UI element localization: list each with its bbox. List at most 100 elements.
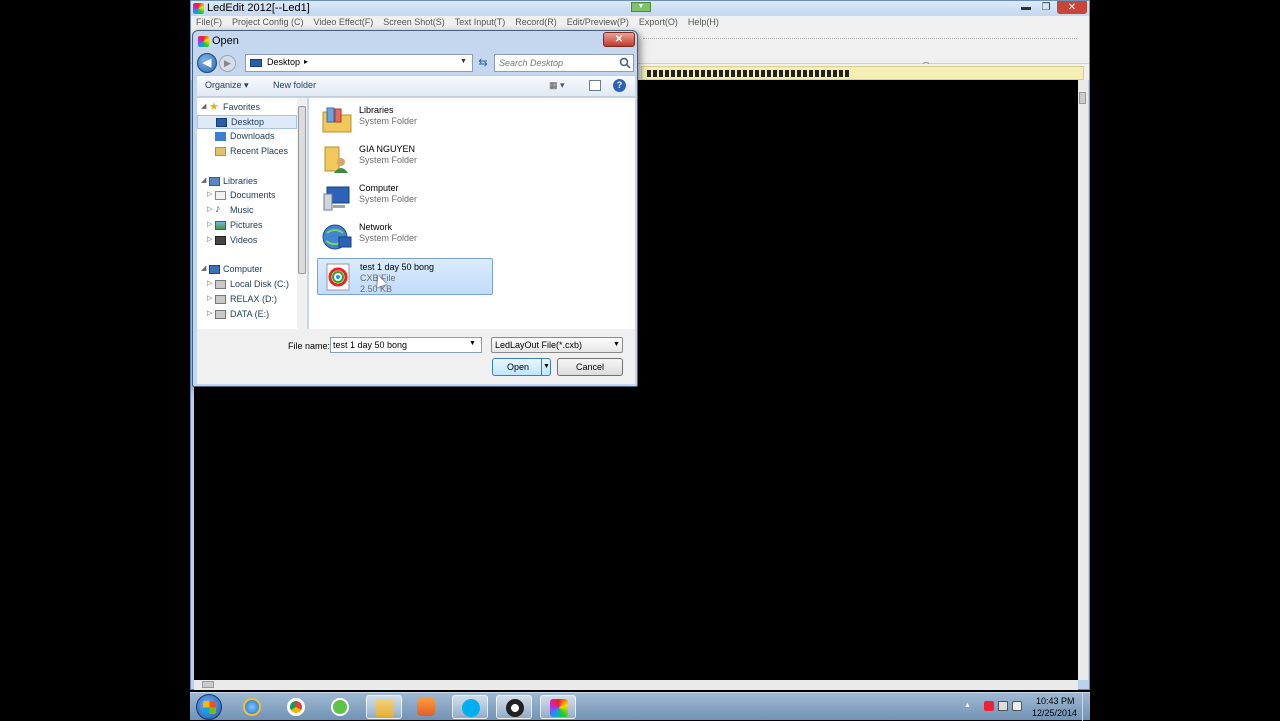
- maximize-button[interactable]: ❐: [1037, 1, 1055, 14]
- computer-icon: [323, 186, 350, 211]
- address-bar[interactable]: Desktop ▸ ▼: [245, 54, 473, 72]
- menu-project-config[interactable]: Project Config (C): [227, 16, 309, 30]
- taskbar-green-app[interactable]: [322, 695, 358, 719]
- nav-relax-d[interactable]: ▷ RELAX (D:): [197, 293, 297, 307]
- libraries-folder-icon: [322, 107, 352, 133]
- forward-button[interactable]: ▶: [219, 55, 236, 72]
- nav-favorites[interactable]: ◢ ★ Favorites: [197, 101, 297, 115]
- address-location[interactable]: Desktop: [267, 57, 300, 67]
- preview-pane-icon[interactable]: [589, 80, 601, 91]
- chevron-down-icon[interactable]: ▼: [469, 340, 476, 347]
- menu-text-input[interactable]: Text Input(T): [450, 16, 511, 30]
- nav-computer[interactable]: ◢ Computer: [197, 263, 297, 277]
- navigation-scrollbar[interactable]: [297, 98, 307, 329]
- nav-pictures[interactable]: ▷ Pictures: [197, 219, 297, 233]
- nav-local-disk-c[interactable]: ▷ Local Disk (C:): [197, 278, 297, 292]
- new-folder-button[interactable]: New folder: [273, 80, 316, 90]
- user-folder-icon: [324, 146, 348, 173]
- nav-pictures-label: Pictures: [230, 220, 263, 230]
- nav-recent-places[interactable]: Recent Places: [197, 145, 297, 159]
- collapse-arrow-icon[interactable]: ▷: [207, 294, 212, 302]
- collapse-arrow-icon[interactable]: ▷: [207, 235, 212, 243]
- start-button[interactable]: [196, 694, 222, 720]
- back-button[interactable]: ◀: [197, 53, 217, 73]
- open-button[interactable]: Open ▼: [492, 358, 551, 376]
- menu-video-effect[interactable]: Video Effect(F): [309, 16, 379, 30]
- nav-relax-label: RELAX (D:): [230, 294, 278, 304]
- file-item-gia-nguyen[interactable]: GIA NGUYEN System Folder: [317, 141, 493, 179]
- clock-date[interactable]: 12/25/2014: [1032, 708, 1077, 718]
- taskbar-chrome[interactable]: [278, 695, 314, 719]
- expand-arrow-icon[interactable]: ◢: [201, 102, 206, 110]
- refresh-button[interactable]: ⇆: [475, 54, 491, 72]
- chevron-down-icon[interactable]: ▼: [631, 2, 651, 12]
- file-type: System Folder: [359, 116, 418, 126]
- action-center-flag-icon[interactable]: [984, 701, 994, 711]
- expand-arrow-icon[interactable]: ◢: [201, 176, 206, 184]
- menu-help[interactable]: Help(H): [683, 16, 724, 30]
- file-item-computer[interactable]: Computer System Folder: [317, 180, 493, 218]
- show-desktop-button[interactable]: [1082, 693, 1090, 721]
- file-item-test-1-day-50-bong[interactable]: test 1 day 50 bong CXB File 2.50 KB: [317, 258, 493, 295]
- nav-desktop[interactable]: Desktop: [197, 115, 297, 129]
- address-dropdown-icon[interactable]: ▼: [460, 58, 467, 65]
- clock-time[interactable]: 10:43 PM: [1036, 696, 1075, 706]
- dialog-close-button[interactable]: ✕: [603, 32, 635, 47]
- windows-logo-icon: [203, 701, 216, 714]
- taskbar-explorer[interactable]: [366, 695, 402, 719]
- navigation-scroll-thumb[interactable]: [298, 106, 306, 274]
- chrome-icon: [287, 698, 305, 716]
- menu-export[interactable]: Export(O): [634, 16, 683, 30]
- collapse-arrow-icon[interactable]: ▷: [207, 309, 212, 317]
- timeline-slider[interactable]: [643, 38, 1077, 50]
- tray-expand-icon[interactable]: ▲: [964, 702, 971, 709]
- volume-icon[interactable]: [1012, 701, 1022, 711]
- open-dropdown-arrow-icon[interactable]: ▼: [541, 359, 551, 375]
- taskbar-lededit[interactable]: [540, 695, 576, 719]
- organize-button[interactable]: Organize ▾: [205, 80, 249, 91]
- file-type: System Folder: [359, 233, 418, 243]
- menu-screen-shot[interactable]: Screen Shot(S): [378, 16, 450, 30]
- cancel-button[interactable]: Cancel: [557, 358, 623, 376]
- views-button[interactable]: ▦ ▾: [549, 80, 565, 91]
- star-icon: ★: [209, 101, 219, 113]
- nav-videos[interactable]: ▷ Videos: [197, 234, 297, 248]
- downloads-icon: [215, 132, 226, 141]
- taskbar-media-player[interactable]: [408, 695, 444, 719]
- taskbar-film-app[interactable]: [496, 695, 532, 719]
- internet-explorer-icon: [243, 698, 261, 716]
- close-button[interactable]: ✕: [1057, 1, 1087, 14]
- film-reel-icon: [506, 699, 524, 717]
- expand-arrow-icon[interactable]: ◢: [201, 264, 206, 272]
- file-name: Network: [359, 222, 393, 232]
- search-input[interactable]: [499, 58, 615, 68]
- nav-music[interactable]: ▷ ♪ Music: [197, 203, 297, 218]
- taskbar-skype[interactable]: [452, 695, 488, 719]
- nav-data-e[interactable]: ▷ DATA (E:): [197, 308, 297, 322]
- skype-icon: [462, 699, 480, 717]
- file-type-select[interactable]: LedLayOut File(*.cxb) ▼: [491, 337, 623, 353]
- green-app-icon: [331, 698, 349, 716]
- nav-downloads[interactable]: Downloads: [197, 130, 297, 144]
- nav-libraries[interactable]: ◢ Libraries: [197, 175, 297, 189]
- network-status-icon[interactable]: [998, 701, 1008, 711]
- collapse-arrow-icon[interactable]: ▷: [207, 220, 212, 228]
- horizontal-scrollbar[interactable]: [194, 680, 1078, 690]
- file-item-network[interactable]: Network System Folder: [317, 219, 493, 257]
- vertical-scrollbar[interactable]: [1078, 80, 1088, 680]
- file-name-input[interactable]: [333, 340, 463, 350]
- menu-edit-preview[interactable]: Edit/Preview(P): [562, 16, 634, 30]
- collapse-arrow-icon[interactable]: ▷: [207, 205, 212, 213]
- breadcrumb-chevron-icon[interactable]: ▸: [304, 57, 308, 66]
- taskbar-internet-explorer[interactable]: [234, 695, 270, 719]
- menu-file[interactable]: File(F): [191, 16, 227, 30]
- nav-documents[interactable]: ▷ Documents: [197, 189, 297, 203]
- minimize-button[interactable]: ▬: [1017, 1, 1035, 14]
- collapse-arrow-icon[interactable]: ▷: [207, 279, 212, 287]
- horizontal-scroll-thumb[interactable]: [202, 681, 214, 688]
- vertical-scroll-thumb[interactable]: [1079, 92, 1086, 104]
- menu-record[interactable]: Record(R): [510, 16, 562, 30]
- collapse-arrow-icon[interactable]: ▷: [207, 190, 212, 198]
- file-item-libraries[interactable]: Libraries System Folder: [317, 102, 493, 140]
- help-button[interactable]: ?: [613, 79, 626, 92]
